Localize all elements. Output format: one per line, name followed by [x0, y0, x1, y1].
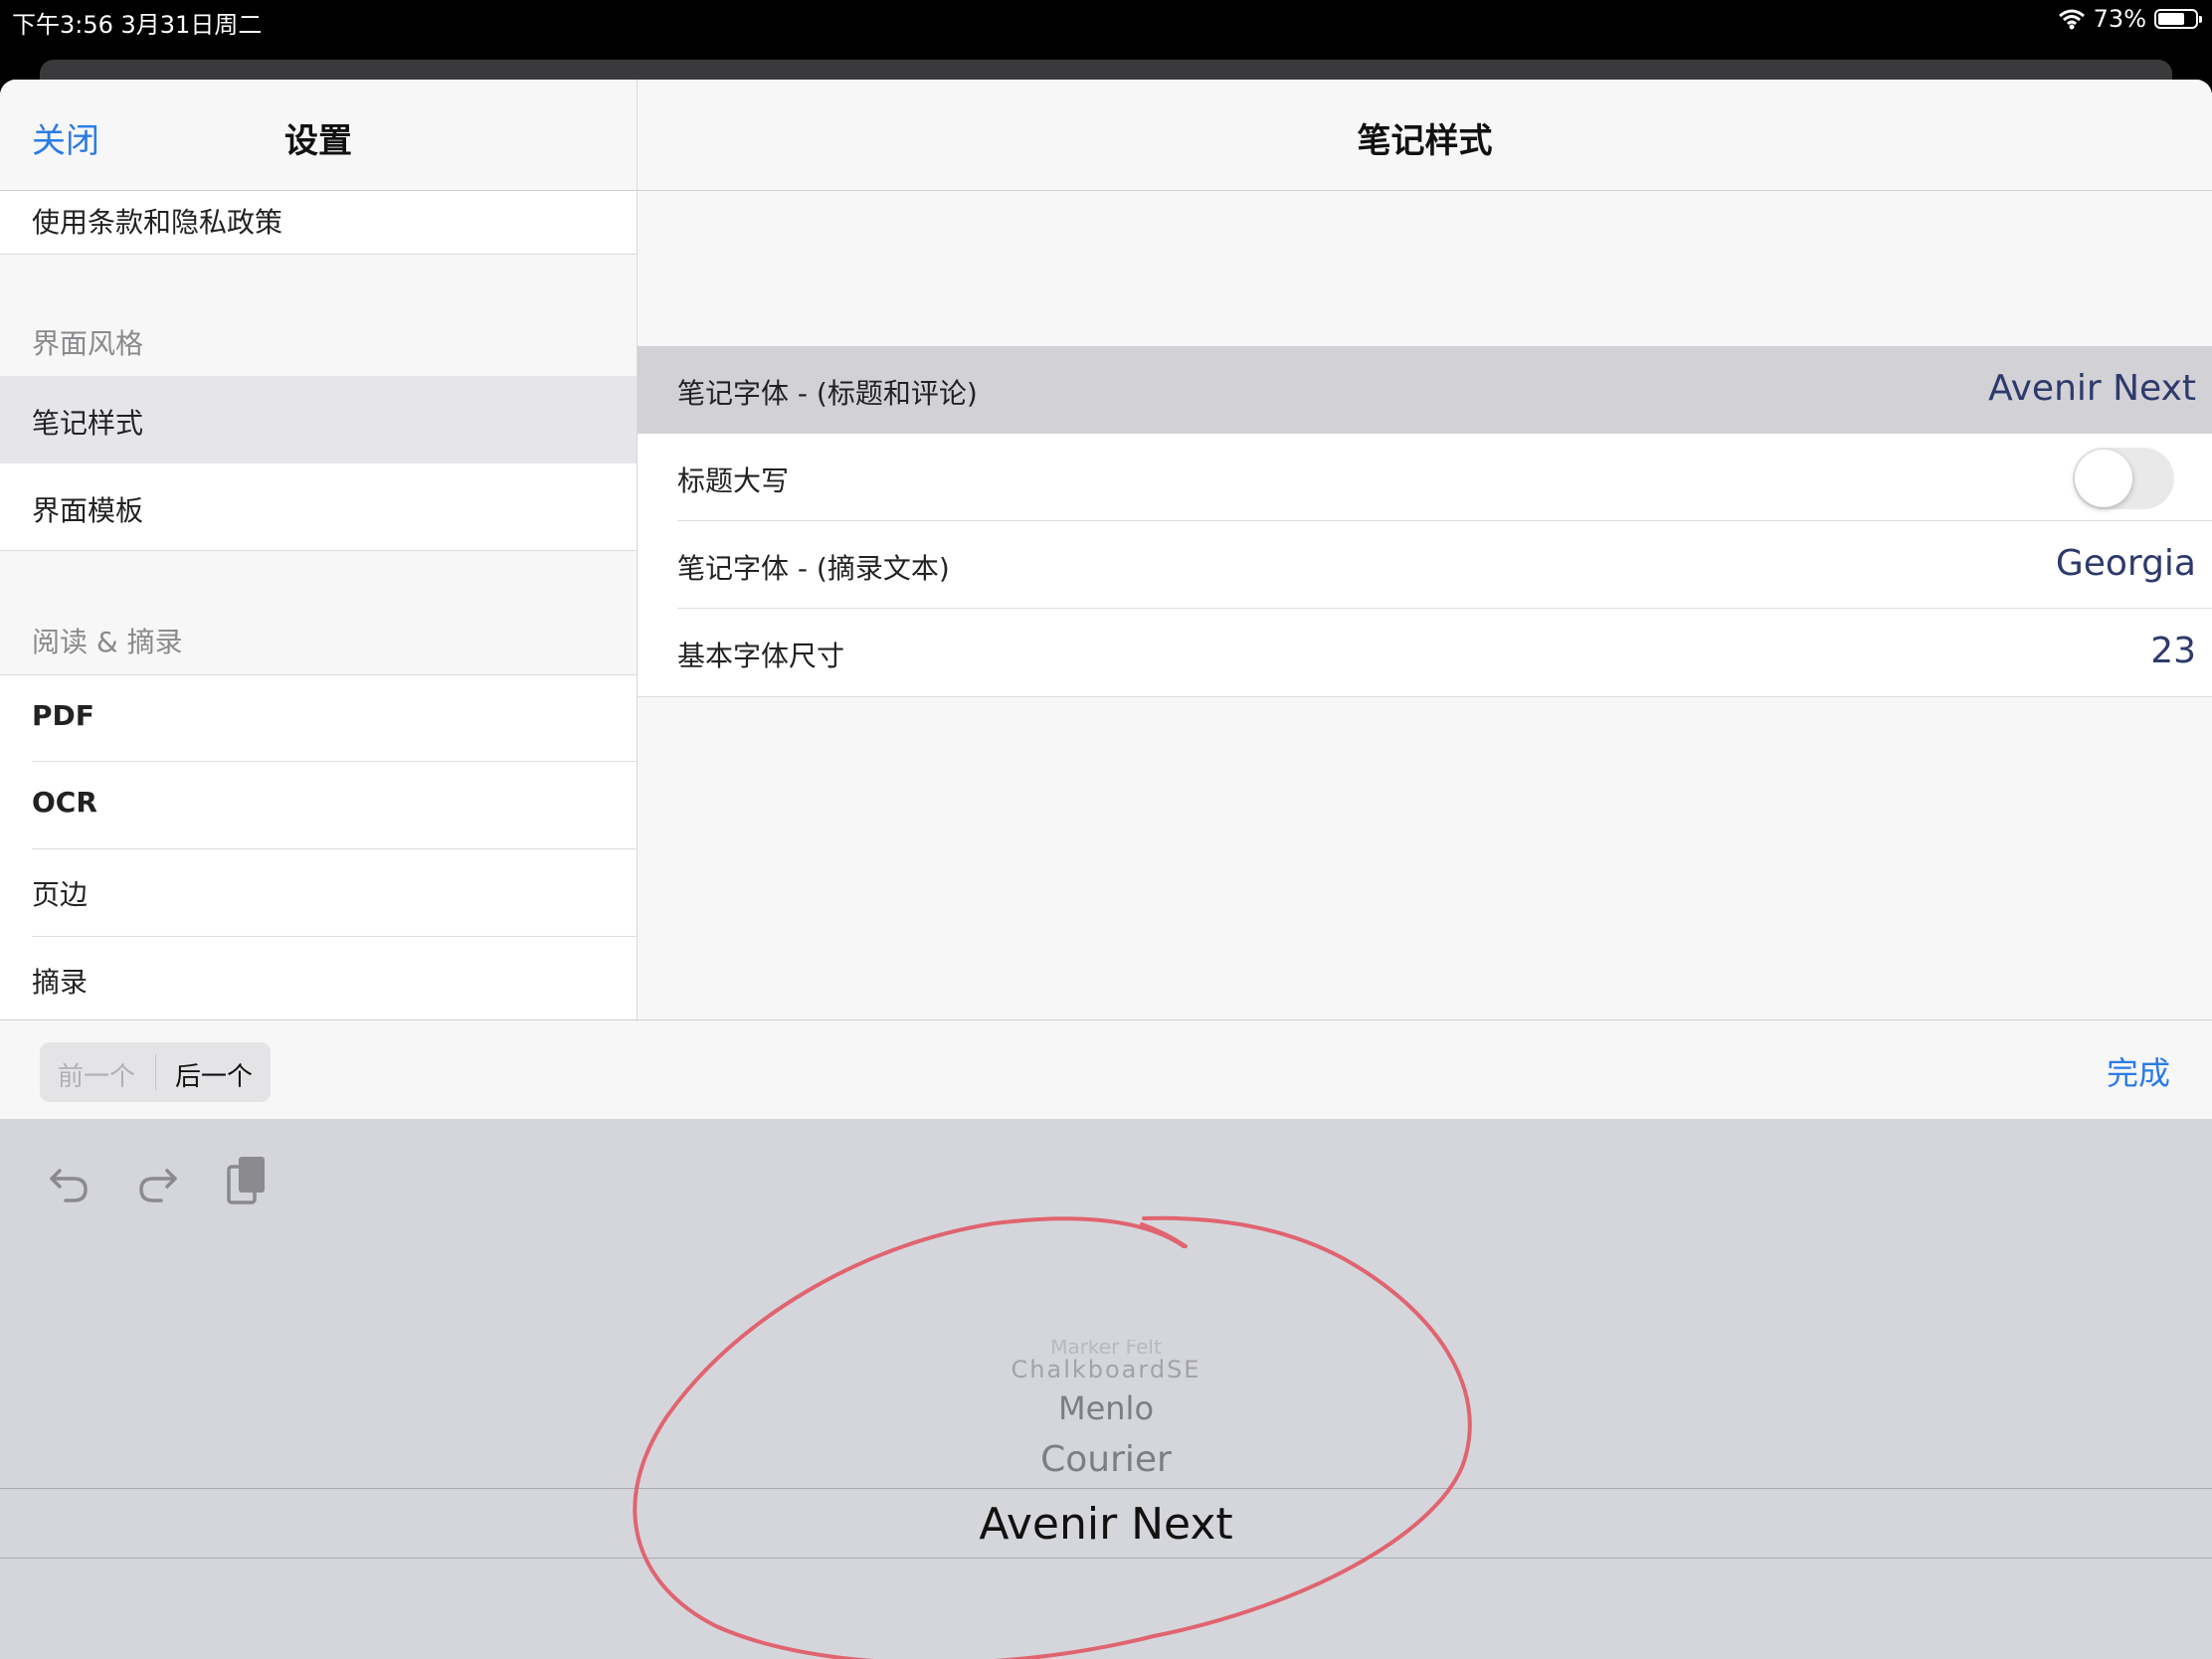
- title-caps-toggle[interactable]: [2073, 448, 2174, 509]
- sidebar-item-ocr[interactable]: OCR: [0, 762, 637, 849]
- setting-row-base-font-size[interactable]: 基本字体尺寸 23: [638, 609, 2212, 697]
- battery-fill: [2158, 13, 2184, 25]
- setting-value: 23: [2150, 631, 2196, 671]
- sidebar-item-label: 摘录: [32, 966, 89, 999]
- sidebar-item-terms[interactable]: 使用条款和隐私政策: [0, 191, 637, 255]
- detail-nav-bar: 笔记样式: [638, 80, 2212, 191]
- setting-row-title-caps: 标题大写: [638, 434, 2212, 521]
- settings-sidebar: 关闭 设置 使用条款和隐私政策 界面风格 笔记样式 界面模板 阅读 & 摘录 P…: [0, 80, 638, 1019]
- section-header-ui-style: 界面风格: [32, 327, 144, 360]
- next-button[interactable]: 后一个: [175, 1056, 253, 1093]
- setting-label: 笔记字体 - (摘录文本): [677, 552, 950, 585]
- sidebar-item-label: 使用条款和隐私政策: [32, 206, 283, 239]
- setting-row-note-font-title[interactable]: 笔记字体 - (标题和评论) Avenir Next: [638, 346, 2212, 434]
- setting-row-note-font-excerpt[interactable]: 笔记字体 - (摘录文本) Georgia: [638, 521, 2212, 609]
- status-right: 73%: [2058, 5, 2202, 33]
- sidebar-item-note-style[interactable]: 笔记样式: [0, 376, 637, 463]
- divider: [0, 254, 637, 255]
- status-time: 下午3:56 3月31日周二: [12, 11, 263, 39]
- sidebar-nav-bar: 关闭 设置: [0, 80, 637, 191]
- prev-next-control: 前一个 后一个: [40, 1042, 271, 1102]
- toggle-knob: [2075, 450, 2132, 507]
- sidebar-item-excerpt[interactable]: 摘录: [0, 937, 637, 1019]
- detail-panel: 笔记样式 笔记字体 - (标题和评论) Avenir Next 标题大写 笔记字…: [638, 80, 2212, 1019]
- setting-label: 笔记字体 - (标题和评论): [677, 377, 978, 410]
- previous-button[interactable]: 前一个: [58, 1056, 135, 1093]
- sidebar-item-pdf[interactable]: PDF: [0, 674, 637, 762]
- setting-label: 基本字体尺寸: [677, 640, 845, 672]
- font-picker[interactable]: Marker Felt ChalkboardSE Menlo Courier A…: [0, 1119, 2212, 1659]
- sidebar-item-ui-template[interactable]: 界面模板: [0, 463, 637, 551]
- sidebar-title: 设置: [284, 121, 352, 161]
- done-button[interactable]: 完成: [2107, 1048, 2170, 1094]
- sidebar-item-label: 笔记样式: [32, 407, 144, 440]
- sidebar-item-margin[interactable]: 页边: [0, 849, 637, 937]
- sidebar-item-label: 页边: [32, 878, 89, 911]
- setting-value: Georgia: [2055, 543, 2196, 584]
- detail-title: 笔记样式: [1357, 121, 1493, 161]
- battery-icon: [2154, 9, 2202, 29]
- setting-label: 标题大写: [677, 464, 790, 497]
- annotation-circle: [633, 1215, 1472, 1659]
- divider: [155, 1054, 156, 1090]
- wifi-icon: [2058, 9, 2085, 30]
- battery-percent: 73%: [2093, 5, 2146, 33]
- sidebar-item-label: OCR: [32, 786, 97, 819]
- settings-sheet: 关闭 设置 使用条款和隐私政策 界面风格 笔记样式 界面模板 阅读 & 摘录 P…: [0, 80, 2212, 1659]
- section-header-reading: 阅读 & 摘录: [32, 626, 183, 658]
- keyboard-accessory-bar: 前一个 后一个 完成: [0, 1019, 2212, 1120]
- sidebar-item-label: PDF: [32, 699, 94, 732]
- setting-value: Avenir Next: [1988, 368, 2196, 409]
- sidebar-item-label: 界面模板: [32, 494, 144, 527]
- status-bar: 下午3:56 3月31日周二 73%: [0, 0, 2212, 42]
- divider: [0, 550, 637, 551]
